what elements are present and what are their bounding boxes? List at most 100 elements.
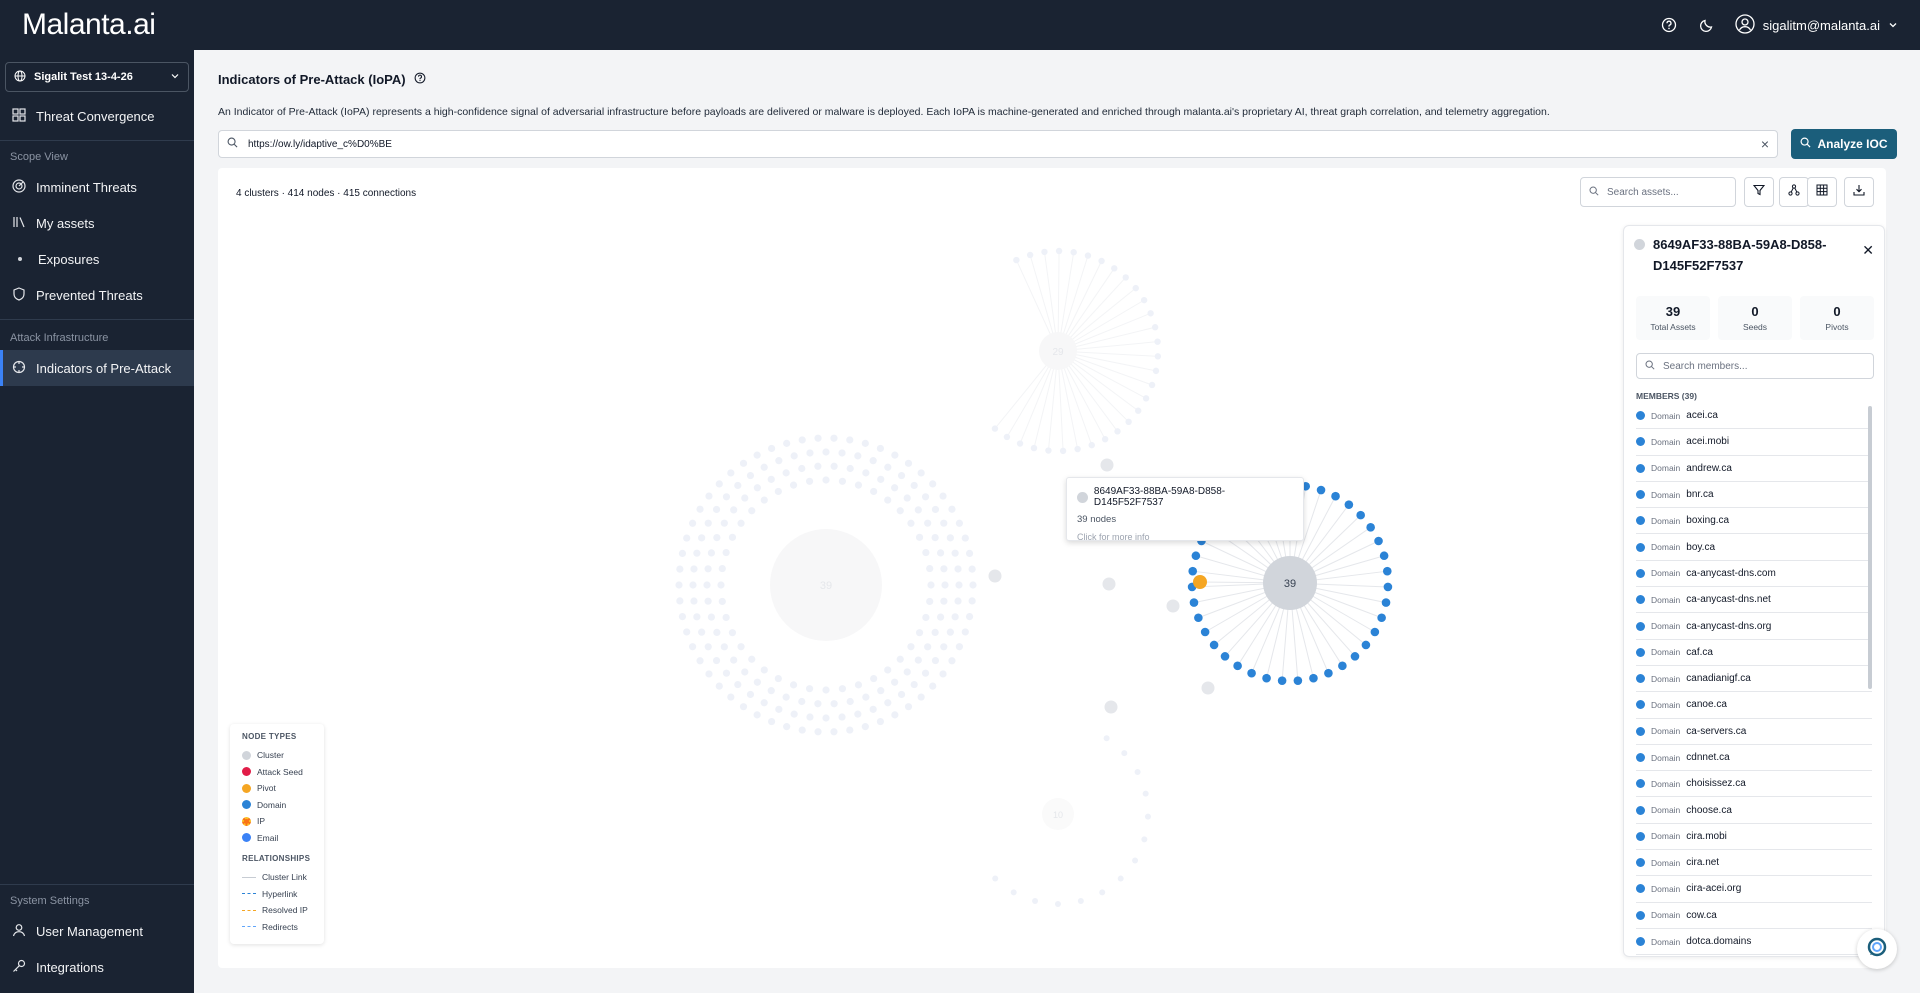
section-label-attack: Attack Infrastructure [10,332,109,344]
faded-node [1114,428,1121,435]
asset-search-input[interactable]: Search assets... [1580,177,1736,207]
faded-node [722,613,730,622]
faded-node [1059,447,1067,455]
faded-node [936,613,945,621]
faded-node [854,681,863,689]
list-item[interactable]: Domain boxing.ca [1636,508,1872,535]
faded-node [748,507,756,515]
sidebar-item-threat-convergence[interactable]: Threat Convergence [0,98,194,134]
list-item[interactable]: Domain cdnnet.ca [1636,745,1872,772]
faded-node [1135,407,1142,414]
faded-node [1121,750,1128,757]
list-item[interactable]: Domain cira.mobi [1636,824,1872,851]
faded-node [961,628,969,636]
sidebar-item-imminent-threats[interactable]: Imminent Threats [0,169,194,205]
list-item[interactable]: Domain acei.mobi [1636,429,1872,456]
faded-node [814,434,822,442]
list-item[interactable]: Domain bnr.ca [1636,482,1872,509]
faded-node [1141,836,1148,843]
list-item[interactable]: Domain choisissez.ca [1636,771,1872,798]
list-item[interactable]: Domain cira-acei.org [1636,876,1872,903]
faded-node [822,714,830,722]
faded-node [946,534,954,542]
domain-node [1331,491,1340,501]
faded-node [715,480,723,488]
legend-item: Domain [242,797,312,814]
faded-node [904,703,913,711]
faded-node [790,710,798,718]
faded-node [910,680,918,689]
list-item[interactable]: Domain canadianigf.ca [1636,666,1872,693]
faded-node [1088,441,1095,449]
list-item[interactable]: Domain andrew.ca [1636,456,1872,482]
faded-node [830,728,838,736]
help-icon[interactable] [414,72,426,87]
sidebar-item-user-management[interactable]: User Management [0,913,194,949]
list-item[interactable]: Domain boy.ca [1636,534,1872,561]
faded-node [1010,889,1017,896]
ioc-search-input[interactable]: https://ow.ly/idaptive_c%D0%BE × [218,130,1778,158]
domain-node [1316,485,1326,495]
faded-node [712,656,721,665]
dark-mode-icon[interactable] [1697,15,1717,35]
chat-support-button[interactable] [1857,929,1897,969]
sidebar-item-prevented-threats[interactable]: Prevented Threats [0,277,194,313]
ioc-search-value[interactable]: https://ow.ly/idaptive_c%D0%BE [248,139,392,150]
member-list-scrollbar[interactable] [1868,406,1872,689]
sidebar-item-my-assets[interactable]: My assets [0,205,194,241]
list-item[interactable]: Domain ca-servers.ca [1636,719,1872,745]
faded-node [798,464,806,473]
legend-label: Pivot [257,783,276,794]
faded-node [746,690,755,699]
member-name: ca-servers.ca [1686,725,1747,737]
table-view-button[interactable] [1807,177,1837,207]
list-item[interactable]: Domain acei.ca [1636,403,1872,430]
faded-node [705,492,713,500]
sidebar-item-exposures[interactable]: Exposures [0,241,194,277]
faded-node [1122,274,1129,281]
list-item[interactable]: Domain dotca.domains [1636,929,1872,956]
list-item[interactable]: Domain ca-anycast-dns.org [1636,613,1872,640]
divider [0,884,194,885]
faded-node [955,581,963,589]
list-item[interactable]: Domain caf.ca [1636,640,1872,666]
user-menu[interactable]: sigalitm@malanta.ai [1735,13,1898,37]
app-logo[interactable]: Malanta.ai [22,8,156,42]
faded-node [1134,768,1141,775]
list-item[interactable]: Domain ca-anycast-dns.net [1636,587,1872,614]
analyze-ioc-button[interactable]: Analyze IOC [1791,129,1897,159]
list-item[interactable]: Domain cow.ca [1636,903,1872,929]
download-button[interactable] [1844,177,1874,207]
sidebar-item-integrations[interactable]: Integrations [0,949,194,985]
list-item[interactable]: Domain ca-anycast-dns.com [1636,561,1872,588]
sidebar-item-indicators-of-pre-attack[interactable]: Indicators of Pre-Attack [0,350,194,386]
faded-node [734,481,742,490]
table-icon [1816,183,1828,201]
faded-node [830,434,838,442]
domain-node [1374,536,1383,546]
graph-view-button[interactable] [1779,177,1809,207]
list-item[interactable]: Domain choose.ca [1636,797,1872,824]
org-select[interactable]: Sigalit Test 13-4-26 [5,62,189,92]
faded-node [931,505,940,514]
stat-value: 0 [1751,304,1759,319]
member-search-input[interactable]: Search members... [1636,353,1874,379]
faded-node [753,484,761,492]
close-icon[interactable]: ✕ [1862,242,1874,259]
faded-node [774,674,782,683]
domain-node [1233,661,1242,671]
filter-button[interactable] [1744,177,1774,207]
faded-node [737,519,745,527]
stat-value: 0 [1833,304,1841,319]
sidebar: Sigalit Test 13-4-26 Threat Convergence … [0,50,194,993]
analyze-ioc-label: Analyze IOC [1817,137,1888,151]
cluster-graph[interactable]: 39 29 10 39 [218,218,1618,968]
list-item[interactable]: Domain canoe.ca [1636,692,1872,719]
domain-node [1324,668,1333,678]
list-item[interactable]: Domain cira.net [1636,850,1872,877]
faded-node [753,711,761,719]
cluster-tooltip[interactable]: 8649AF33-88BA-59A8-D858-D145F52F7537 39 … [1066,477,1304,542]
help-icon[interactable] [1659,15,1679,35]
clear-icon[interactable]: × [1761,136,1769,152]
faded-node [854,481,863,489]
